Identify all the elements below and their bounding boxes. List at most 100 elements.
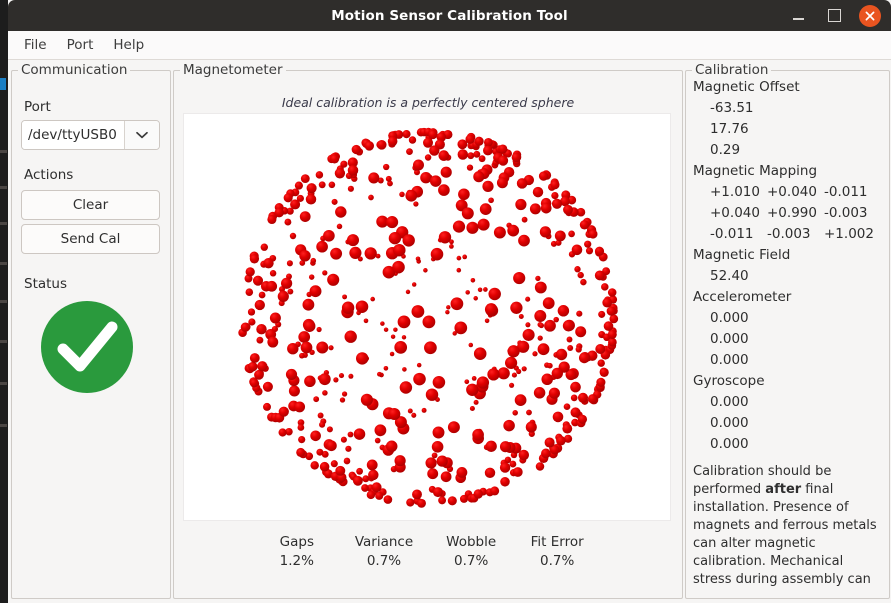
sphere-point	[518, 234, 530, 247]
sphere-point	[302, 298, 315, 311]
sphere-point	[287, 288, 294, 295]
sphere-point	[473, 171, 485, 183]
sphere-point	[371, 482, 382, 493]
sphere-point	[473, 296, 478, 301]
sphere-point	[556, 435, 566, 446]
sphere-point	[368, 469, 379, 481]
sphere-point	[374, 437, 381, 444]
port-select-value[interactable]: /dev/ttyUSB0	[22, 121, 124, 149]
sphere-point	[579, 220, 590, 230]
stat-wobble: Wobble 0.7%	[443, 533, 499, 571]
port-select-arrow[interactable]	[124, 121, 159, 149]
magnetometer-sphere-plot[interactable]	[183, 113, 671, 521]
sphere-point	[326, 440, 337, 452]
sphere-point	[262, 381, 273, 392]
sphere-point	[274, 207, 284, 218]
magnetic-mapping-cell-01: +0.040	[767, 184, 817, 200]
sphere-point	[412, 489, 422, 500]
magnetometer-panel-title: Magnetometer	[180, 62, 286, 78]
sphere-point	[269, 270, 277, 277]
sphere-point	[474, 136, 484, 146]
sphere-point	[532, 186, 544, 198]
sphere-point	[550, 180, 560, 190]
sphere-point	[296, 447, 306, 457]
maximize-button[interactable]	[823, 5, 845, 27]
minimize-button[interactable]	[787, 5, 809, 27]
sphere-point	[585, 247, 594, 255]
magnetic-mapping-cell-11: +0.990	[767, 205, 817, 221]
sphere-point	[306, 183, 317, 194]
sphere-point	[450, 297, 464, 311]
sphere-point	[553, 316, 559, 323]
sphere-point	[392, 260, 405, 274]
sphere-point	[267, 336, 279, 348]
sphere-point	[416, 362, 422, 368]
sphere-point	[511, 152, 521, 163]
sphere-point	[277, 290, 289, 302]
sphere-point	[534, 281, 547, 294]
menu-item-port[interactable]: Port	[57, 34, 104, 56]
sphere-point	[563, 403, 571, 411]
sphere-point	[310, 257, 317, 264]
sphere-point	[466, 383, 479, 396]
sphere-point	[411, 282, 417, 287]
sphere-point	[465, 290, 470, 295]
sphere-point	[422, 315, 436, 329]
sphere-point	[402, 367, 407, 372]
sphere-point	[576, 310, 583, 317]
background-tick	[0, 382, 7, 385]
sphere-point	[538, 171, 549, 181]
sphere-point	[362, 475, 370, 483]
sphere-point	[510, 301, 523, 314]
sphere-point	[341, 391, 348, 397]
stat-fit-error-label: Fit Error	[530, 534, 584, 550]
sphere-point	[499, 441, 512, 453]
sphere-point	[430, 247, 444, 261]
sphere-point	[346, 234, 360, 247]
sphere-point	[503, 419, 515, 432]
sphere-point	[478, 155, 486, 163]
port-select[interactable]: /dev/ttyUSB0	[21, 120, 160, 150]
title-bar[interactable]: Motion Sensor Calibration Tool	[8, 0, 891, 31]
sphere-point	[248, 361, 258, 372]
sphere-point	[584, 240, 592, 248]
sphere-point	[498, 144, 508, 154]
sphere-point	[284, 218, 292, 226]
sphere-point	[331, 198, 338, 205]
menu-item-file[interactable]: File	[14, 34, 57, 56]
sphere-point	[240, 322, 251, 332]
sphere-point	[317, 412, 324, 419]
sphere-point	[364, 141, 375, 151]
sphere-point	[310, 461, 319, 470]
sphere-point	[263, 258, 274, 269]
magnetometer-panel: Magnetometer Ideal calibration is a perf…	[173, 62, 683, 599]
sphere-scatter-canvas	[238, 127, 619, 508]
gyroscope-y: 0.000	[710, 415, 749, 431]
sphere-point	[425, 388, 439, 401]
sphere-point	[472, 428, 484, 441]
sphere-point	[535, 462, 545, 471]
sphere-point	[551, 367, 563, 380]
sphere-point	[308, 274, 315, 280]
sphere-point	[254, 299, 265, 311]
stat-gaps: Gaps 1.2%	[269, 533, 325, 571]
calibration-readouts: Magnetic Offset -63.51 17.76 0.29 Magnet…	[693, 77, 882, 589]
sphere-point	[447, 496, 457, 506]
background-tick	[0, 150, 7, 153]
send-cal-button[interactable]: Send Cal	[21, 224, 160, 254]
port-label: Port	[24, 99, 51, 115]
menu-item-help[interactable]: Help	[103, 34, 154, 56]
sphere-point	[526, 409, 532, 416]
sphere-point	[407, 408, 413, 414]
sphere-point	[509, 460, 517, 468]
close-button[interactable]	[859, 4, 881, 27]
sphere-point	[245, 288, 254, 296]
sphere-point	[570, 394, 578, 402]
sphere-point	[432, 426, 445, 439]
sphere-point	[544, 437, 555, 448]
sphere-point	[462, 254, 468, 260]
sphere-point	[571, 244, 583, 256]
clear-button[interactable]: Clear	[21, 190, 160, 220]
sphere-point	[587, 394, 598, 404]
sphere-point	[594, 246, 605, 256]
